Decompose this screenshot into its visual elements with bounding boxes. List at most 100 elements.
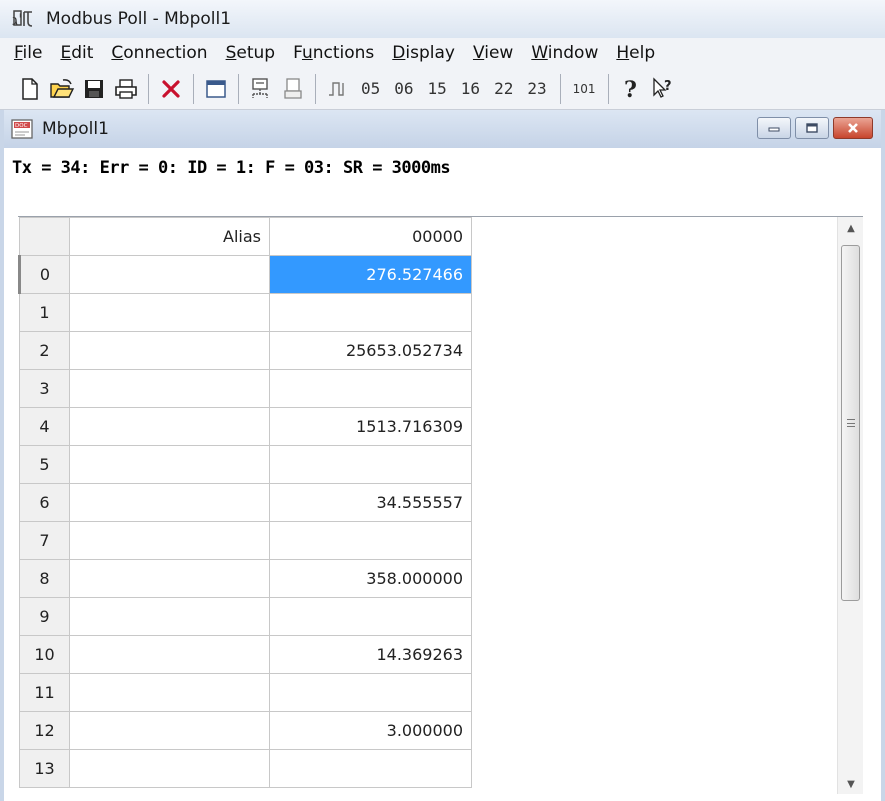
row-number[interactable]: 13 (19, 749, 70, 788)
register-grid[interactable]: Alias 00000 0 276.527466 1 2 25653.052734 3 4 1… (18, 216, 863, 794)
menu-setup[interactable]: Setup (218, 43, 286, 63)
menu-view[interactable]: View (465, 43, 523, 63)
value-cell[interactable]: 14.369263 (269, 635, 472, 674)
menu-display[interactable]: Display (384, 43, 465, 63)
value-cell[interactable]: 1513.716309 (269, 407, 472, 446)
scroll-thumb[interactable] (841, 245, 860, 601)
toolbar-separator (315, 73, 316, 104)
value-cell[interactable] (269, 749, 472, 788)
disconnect-icon[interactable] (277, 73, 309, 105)
value-cell[interactable] (269, 597, 472, 636)
alias-cell[interactable] (69, 559, 270, 598)
alias-cell[interactable] (69, 711, 270, 750)
minimize-button[interactable] (757, 117, 791, 139)
row-number[interactable]: 6 (19, 483, 70, 522)
table-row: 11 (19, 673, 472, 712)
value-cell[interactable]: 3.000000 (269, 711, 472, 750)
value-cell[interactable] (269, 293, 472, 332)
row-number[interactable]: 4 (19, 407, 70, 446)
value-cell[interactable]: 34.555557 (269, 483, 472, 522)
toolbar-separator (148, 73, 149, 104)
table-row: 10 14.369263 (19, 635, 472, 674)
menu-functions[interactable]: Functions (285, 43, 384, 63)
connect-icon[interactable] (245, 73, 277, 105)
scroll-down-icon[interactable]: ▼ (838, 773, 863, 794)
value-cell[interactable] (269, 445, 472, 484)
close-icon (848, 123, 858, 133)
context-help-icon[interactable]: ? (647, 73, 679, 105)
function-05-button[interactable]: 05 (354, 79, 387, 98)
register-table: Alias 00000 0 276.527466 1 2 25653.052734 3 4 1… (18, 217, 472, 788)
grid-corner[interactable] (19, 217, 70, 256)
read-write-icon[interactable] (322, 73, 354, 105)
row-number[interactable]: 9 (19, 597, 70, 636)
value-cell[interactable] (269, 521, 472, 560)
row-number[interactable]: 12 (19, 711, 70, 750)
alias-cell[interactable] (69, 331, 270, 370)
alias-cell[interactable] (69, 445, 270, 484)
child-window-title: Mbpoll1 (42, 119, 109, 139)
table-row: 2 25653.052734 (19, 331, 472, 370)
alias-cell[interactable] (69, 635, 270, 674)
address-101-button[interactable]: 101 (567, 82, 602, 96)
menu-help[interactable]: Help (608, 43, 665, 63)
function-23-button[interactable]: 23 (520, 79, 553, 98)
row-number[interactable]: 0 (18, 255, 70, 294)
value-cell[interactable]: 358.000000 (269, 559, 472, 598)
delete-icon[interactable] (155, 73, 187, 105)
function-16-button[interactable]: 16 (454, 79, 487, 98)
row-number[interactable]: 3 (19, 369, 70, 408)
value-cell[interactable] (269, 673, 472, 712)
address-column-header[interactable]: 00000 (269, 217, 472, 256)
scroll-up-icon[interactable]: ▲ (838, 217, 863, 239)
function-15-button[interactable]: 15 (421, 79, 454, 98)
table-row: 9 (19, 597, 472, 636)
child-titlebar: DOC Mbpoll1 (4, 110, 881, 148)
alias-cell[interactable] (69, 369, 270, 408)
vertical-scrollbar[interactable]: ▲ ▼ (837, 217, 863, 794)
print-icon[interactable] (110, 73, 142, 105)
restore-button[interactable] (795, 117, 829, 139)
row-number[interactable]: 2 (19, 331, 70, 370)
alias-cell[interactable] (69, 597, 270, 636)
row-number[interactable]: 8 (19, 559, 70, 598)
function-22-button[interactable]: 22 (487, 79, 520, 98)
menu-connection[interactable]: Connection (103, 43, 217, 63)
value-cell-selected[interactable]: 276.527466 (269, 255, 472, 294)
value-cell[interactable] (269, 369, 472, 408)
function-06-button[interactable]: 06 (387, 79, 420, 98)
table-row: 1 (19, 293, 472, 332)
value-cell[interactable]: 25653.052734 (269, 331, 472, 370)
new-document-icon[interactable] (14, 73, 46, 105)
help-icon[interactable]: ? (615, 73, 647, 105)
svg-text:DOC: DOC (15, 123, 28, 129)
menu-file[interactable]: File (6, 43, 52, 63)
row-number[interactable]: 1 (19, 293, 70, 332)
window-controls (753, 117, 873, 139)
window-icon[interactable] (200, 73, 232, 105)
row-number[interactable]: 5 (19, 445, 70, 484)
grid-body: 0 276.527466 1 2 25653.052734 3 4 1513.716309 5 6… (18, 255, 472, 788)
menu-window[interactable]: Window (523, 43, 608, 63)
minimize-icon (768, 127, 780, 132)
grip-icon (847, 419, 855, 427)
toolbar: 05 06 15 16 22 23 101 ? ? (0, 68, 885, 110)
alias-cell[interactable] (69, 483, 270, 522)
menu-edit[interactable]: Edit (52, 43, 103, 63)
table-row: 3 (19, 369, 472, 408)
alias-cell[interactable] (69, 255, 270, 294)
row-number[interactable]: 7 (19, 521, 70, 560)
alias-column-header[interactable]: Alias (69, 217, 270, 256)
close-button[interactable] (833, 117, 873, 139)
alias-cell[interactable] (69, 749, 270, 788)
alias-cell[interactable] (69, 293, 270, 332)
app-titlebar: גˈ Modbus Poll - Mbpoll1 (0, 0, 885, 38)
table-row: 6 34.555557 (19, 483, 472, 522)
save-icon[interactable] (78, 73, 110, 105)
alias-cell[interactable] (69, 521, 270, 560)
open-folder-icon[interactable] (46, 73, 78, 105)
alias-cell[interactable] (69, 407, 270, 446)
row-number[interactable]: 10 (19, 635, 70, 674)
alias-cell[interactable] (69, 673, 270, 712)
row-number[interactable]: 11 (19, 673, 70, 712)
